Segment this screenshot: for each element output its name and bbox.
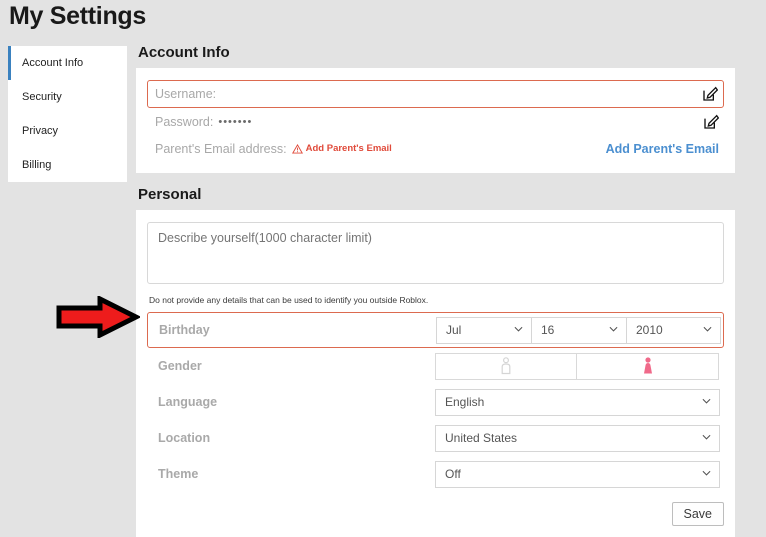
language-value: English [445,395,485,409]
chevron-down-icon [609,326,618,332]
sidebar-item-label: Account Info [22,57,84,69]
chevron-down-icon [514,326,523,332]
password-row[interactable]: Password: ••••••• [147,108,724,135]
sidebar-item-account-info[interactable]: Account Info [8,46,127,80]
birthday-year-value: 2010 [636,323,663,337]
gender-controls [435,352,724,380]
edit-pencil-icon[interactable] [703,114,719,130]
privacy-hint-text: Do not provide any details that can be u… [149,295,429,305]
birthday-month-select[interactable]: Jul [436,316,531,344]
settings-sidebar: Account Info Security Privacy Billing [8,46,127,182]
gender-option-female[interactable] [577,352,719,380]
parent-email-warning-text: Add Parent's Email [305,143,392,154]
settings-main-column: Account Info Username: Password: •••••••… [136,44,735,537]
personal-heading: Personal [138,186,202,203]
birthday-month-value: Jul [446,323,462,337]
warning-triangle-icon [291,143,303,154]
gender-row: Gender [147,348,724,384]
personal-card: Do not provide any details that can be u… [136,210,735,537]
parent-email-label: Parent's Email address: Add Parent's Ema… [155,142,392,156]
location-row: Location United States [147,420,724,456]
username-row[interactable]: Username: [147,80,724,108]
female-person-icon [643,357,652,374]
sidebar-item-billing[interactable]: Billing [8,148,127,182]
language-label: Language [158,395,218,409]
gender-option-male[interactable] [435,352,577,380]
language-controls: English [435,388,724,416]
save-row: Save [147,502,724,526]
sidebar-item-label: Privacy [22,125,59,137]
theme-row: Theme Off [147,456,724,492]
birthday-day-value: 16 [541,323,555,337]
location-select[interactable]: United States [435,424,720,452]
theme-controls: Off [435,460,724,488]
account-info-heading: Account Info [138,44,230,61]
male-person-icon [501,357,511,375]
sidebar-item-security[interactable]: Security [8,80,127,114]
sidebar-item-privacy[interactable]: Privacy [8,114,127,148]
language-row: Language English [147,384,724,420]
location-value: United States [445,431,518,445]
page-title: My Settings [9,2,146,30]
chevron-down-icon [702,398,711,404]
edit-pencil-icon[interactable] [702,86,718,102]
password-label-text: Password: [155,114,214,129]
language-select[interactable]: English [435,388,720,416]
parent-email-warning[interactable]: Add Parent's Email [291,143,392,154]
red-right-arrow-icon [56,296,140,338]
add-parent-email-button[interactable]: Add Parent's Email [606,142,719,156]
gender-label: Gender [158,359,202,373]
theme-select[interactable]: Off [435,460,720,488]
sidebar-item-label: Billing [22,159,52,171]
username-label: Username: [155,87,217,101]
describe-yourself-input[interactable] [147,222,724,284]
parent-email-label-text: Parent's Email address: [155,141,287,156]
theme-value: Off [445,467,461,481]
theme-label: Theme [158,467,199,481]
birthday-day-select[interactable]: 16 [531,316,626,344]
birthday-year-select[interactable]: 2010 [626,316,721,344]
chevron-down-icon [702,470,711,476]
save-button[interactable]: Save [671,502,724,526]
birthday-row[interactable]: Birthday Jul 16 2010 [147,312,724,348]
sidebar-item-label: Security [22,91,62,103]
account-info-card: Username: Password: ••••••• Parent's Ema… [136,68,735,173]
chevron-down-icon [703,326,712,332]
password-label: Password: ••••••• [155,115,252,129]
birthday-controls: Jul 16 2010 [436,316,723,344]
chevron-down-icon [702,434,711,440]
birthday-label: Birthday [159,323,210,337]
location-controls: United States [435,424,724,452]
password-masked-value: ••••••• [218,115,253,128]
location-label: Location [158,431,211,445]
parent-email-row: Parent's Email address: Add Parent's Ema… [147,135,724,162]
